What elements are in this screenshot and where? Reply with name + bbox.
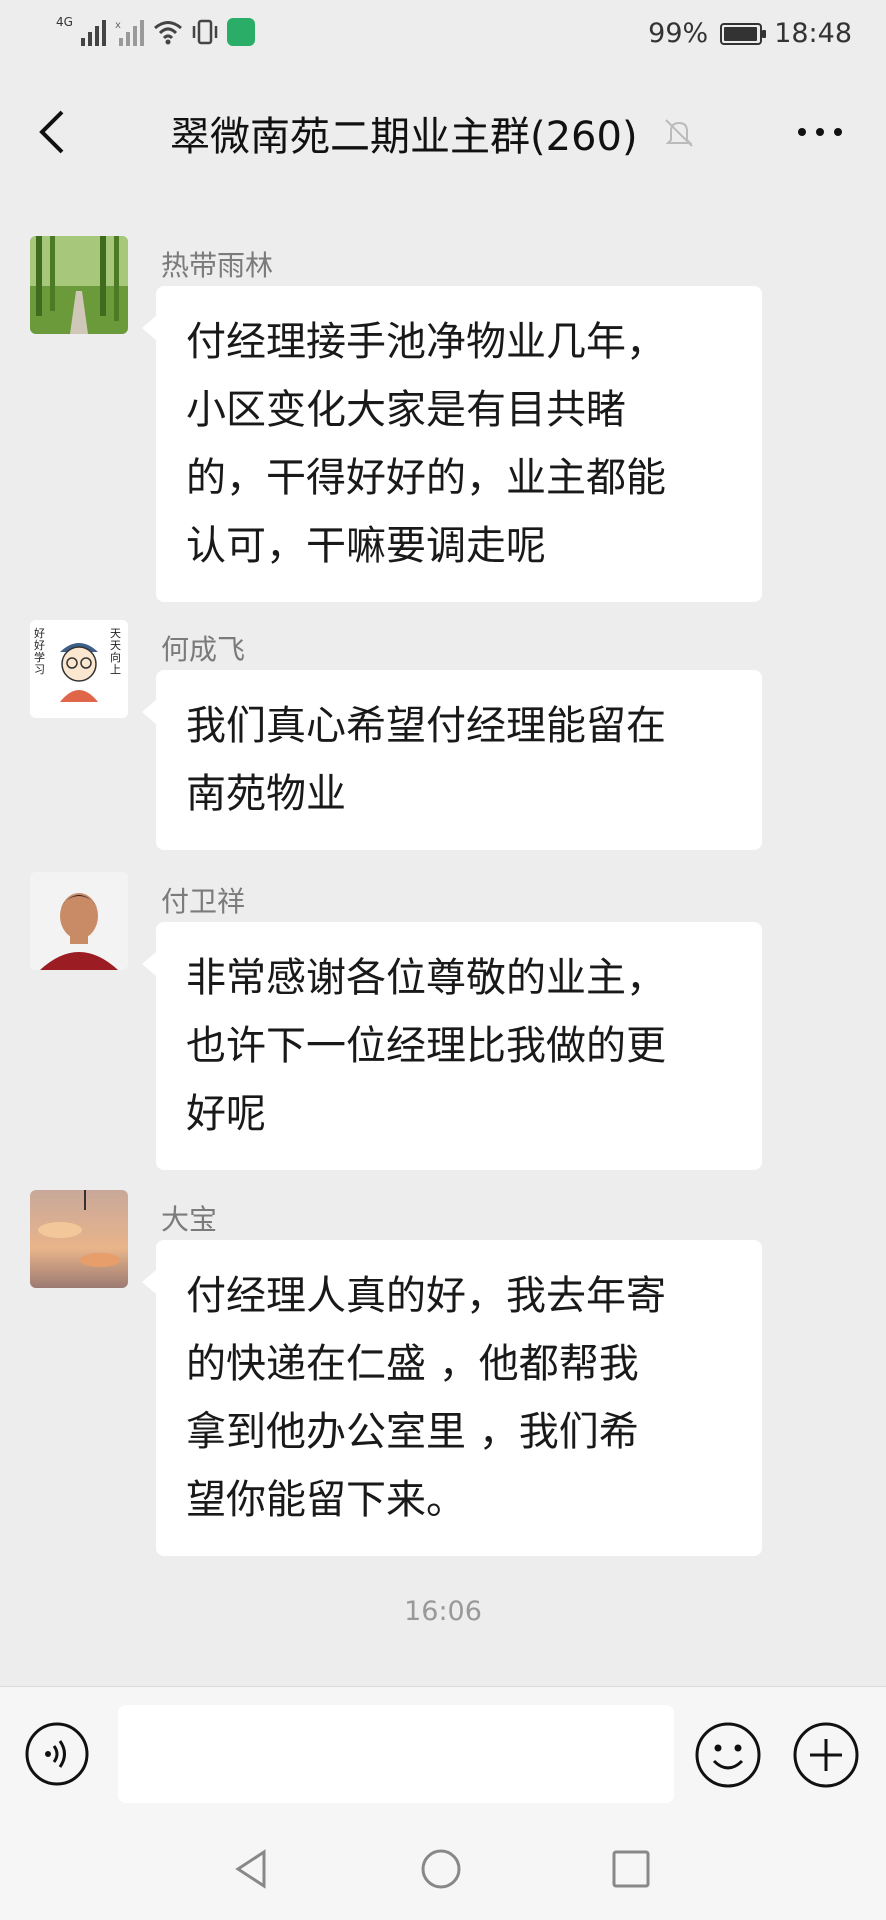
bell-muted-icon [664,119,693,147]
status-bar: 4G x 99% 18:48 [0,0,886,72]
message-bubble[interactable]: 非常感谢各位尊敬的业主， 也许下一位经理比我做的更 好呢 [142,922,762,1170]
status-right: 99% 18:48 [648,18,852,49]
message-line: 我们真心希望付经理能留在 [186,703,666,749]
sender-name: 何成飞 [161,633,246,666]
battery-percent: 99% [648,18,709,49]
message-line: 南苑物业 [186,771,346,817]
clock: 18:48 [774,18,852,49]
svg-text:x: x [115,20,121,31]
avatar[interactable] [30,1190,128,1288]
chat-header: 翠微南苑二期业主群(260) [0,72,886,192]
message-line: 的，干得好好的，业主都能 [186,455,666,501]
group-title[interactable]: 翠微南苑二期业主群(260) [170,104,638,162]
avatar[interactable]: 好好学习 天天向上 [30,620,128,718]
vibrate-icon [192,19,218,45]
sunset-avatar-image [30,1190,128,1288]
signal-icon [80,20,106,46]
message-line: 付经理人真的好，我去年寄 [186,1273,666,1319]
forest-avatar-image [30,236,128,334]
avatar-caption-left: 好好学习 [34,627,45,676]
signal-no-sim-icon: x [115,20,144,46]
sender-name: 付卫祥 [161,885,246,918]
triangle-back-icon[interactable] [230,1846,276,1892]
message-input[interactable] [118,1705,674,1803]
sender-name: 热带雨林 [161,249,274,282]
message-bubble[interactable]: 付经理人真的好，我去年寄 的快递在仁盛 ，他都帮我 拿到他办公室里 ，我们希 望… [142,1240,762,1556]
signal-indicators: 4G x [56,15,255,46]
emoji-icon[interactable] [694,1721,762,1789]
message-line: 小区变化大家是有目共睹 [186,387,626,433]
chat-screen: 4G x 99% 18:48 翠微南苑二期业主群(260) 热带雨林 付经理接手… [0,0,886,1920]
portrait-avatar-image [30,872,128,970]
network-label: 4G [56,15,73,29]
message-line: 付经理接手池净物业几年， [186,319,666,365]
message-line: 也许下一位经理比我做的更 [186,1023,666,1069]
title-wrap: 翠微南苑二期业主群(260) [170,104,696,162]
more-dots-icon[interactable] [794,120,846,144]
plus-circle-icon[interactable] [792,1721,860,1789]
sender-name: 大宝 [161,1203,218,1236]
circle-home-icon[interactable] [418,1846,464,1892]
system-nav-bar [0,1816,886,1920]
message-line: 的快递在仁盛 ，他都帮我 [186,1341,639,1387]
message-line: 认可，干嘛要调走呢 [186,523,546,569]
avatar[interactable] [30,872,128,970]
battery-icon [720,22,767,45]
input-bar [0,1686,886,1817]
wechat-notification-icon [226,18,255,46]
message-line: 望你能留下来。 [186,1477,466,1523]
avatar-caption-right: 天天向上 [110,627,121,676]
square-recent-icon[interactable] [608,1846,654,1892]
chevron-left-icon[interactable] [30,104,80,160]
avatar[interactable] [30,236,128,334]
message-line: 好呢 [186,1091,266,1137]
message-bubble[interactable]: 付经理接手池净物业几年， 小区变化大家是有目共睹 的，干得好好的，业主都能 认可… [142,286,762,602]
wifi-icon [153,21,182,45]
message-line: 拿到他办公室里 ，我们希 [186,1409,639,1455]
message-line: 非常感谢各位尊敬的业主， [186,955,666,1001]
voice-icon[interactable] [24,1721,90,1787]
message-bubble[interactable]: 我们真心希望付经理能留在 南苑物业 [142,670,762,850]
chat-timestamp: 16:06 [404,1596,482,1627]
